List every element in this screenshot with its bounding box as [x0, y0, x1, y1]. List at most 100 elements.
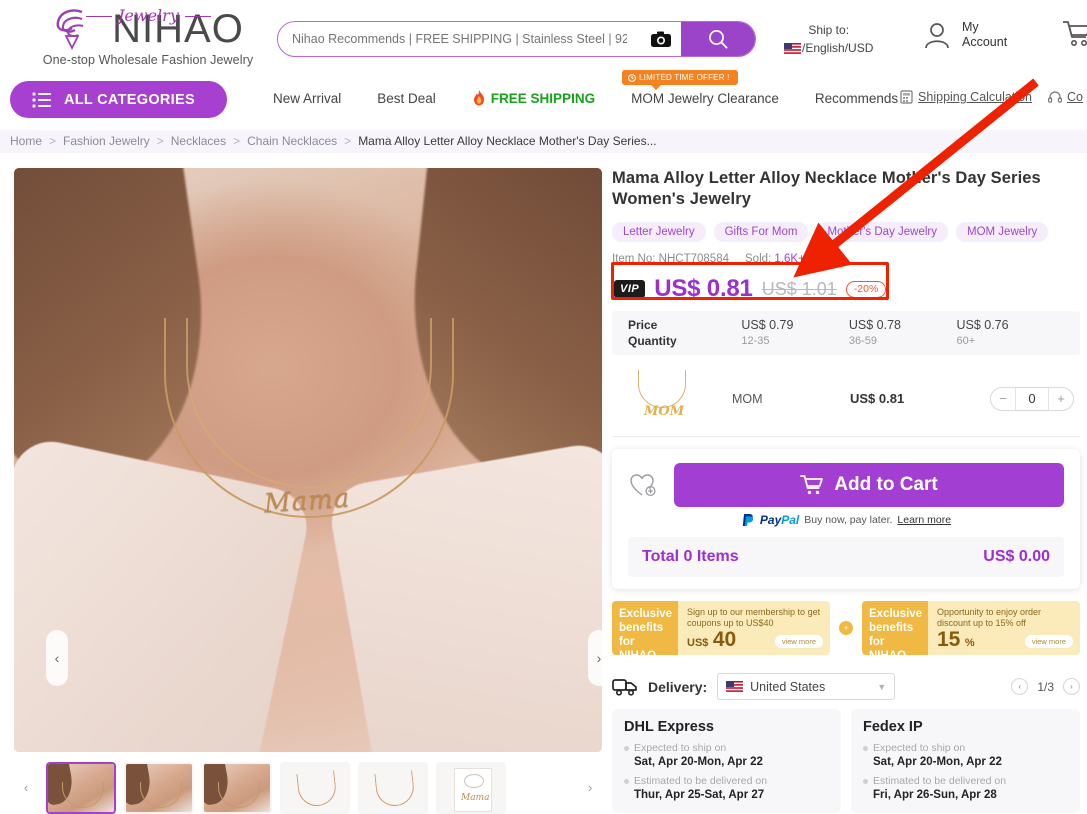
nav-utility-links: Shipping Calculation Co: [900, 90, 1083, 104]
tier-quantity: 12-35: [741, 335, 770, 347]
breadcrumb-separator: >: [344, 134, 352, 148]
all-categories-button[interactable]: ALL CATEGORIES: [10, 81, 227, 118]
tag-mothers-day-jewelry[interactable]: Mother's Day Jewelry: [816, 222, 948, 242]
thumbnail-item[interactable]: Mama: [436, 761, 506, 814]
original-price: US$ 1.01: [761, 278, 837, 299]
coupon-unit: %: [964, 637, 975, 649]
thumbnail-next-button[interactable]: ›: [578, 763, 602, 813]
breadcrumb-item-fashion-jewelry[interactable]: Fashion Jewelry: [63, 134, 150, 148]
wishlist-button[interactable]: [628, 470, 658, 500]
nav-item-recommends[interactable]: Recommends: [797, 91, 916, 106]
delivery-prev-button[interactable]: ‹: [1011, 678, 1029, 695]
delivery-country-select[interactable]: United States ▼: [717, 673, 896, 700]
account-label-line1: My: [962, 20, 979, 34]
ship-to-selector[interactable]: Ship to: /English/USD: [784, 21, 873, 57]
list-menu-icon: [32, 91, 51, 108]
paypal-learn-more-link[interactable]: Learn more: [897, 514, 951, 526]
headset-icon: [1048, 91, 1063, 103]
coupon-view-more-button[interactable]: view more: [1024, 635, 1073, 648]
coupon-view-more-button[interactable]: view more: [774, 635, 823, 648]
quantity-value[interactable]: 0: [1015, 387, 1049, 410]
ship-to-label: Ship to:: [808, 23, 850, 37]
us-flag-icon: [784, 43, 801, 54]
shipping-method-card[interactable]: DHL Express Expected to ship on Sat, Apr…: [612, 709, 841, 813]
item-no-label: Item No:: [612, 253, 656, 265]
search-input[interactable]: [278, 22, 641, 56]
delivery-next-button[interactable]: ›: [1063, 678, 1080, 695]
coupon-title: Exclusive benefits for NIHAO: [862, 601, 928, 655]
page-title: Mama Alloy Letter Alloy Necklace Mother'…: [612, 169, 1041, 208]
discount-badge: -20%: [845, 280, 887, 298]
site-logo[interactable]: NIHAO Jewelry One-stop Wholesale Fashion…: [30, 6, 266, 67]
delivery-section: Delivery: United States ▼ ‹ 1/3 ›: [612, 673, 1080, 700]
user-icon: [925, 23, 949, 49]
tier-column: US$ 0.79 12-35: [741, 317, 849, 349]
variant-row: MOM MOM US$ 0.81 − 0 +: [612, 361, 1080, 437]
paypal-brand-pay: Pay: [759, 513, 782, 527]
contact-us-label: Co: [1067, 90, 1083, 104]
contact-us-link[interactable]: Co: [1048, 90, 1083, 104]
camera-search-button[interactable]: [641, 22, 681, 56]
main-nav: New Arrival Best Deal FREE SHIPPING MOM …: [255, 90, 916, 106]
quantity-increase-button[interactable]: +: [1049, 391, 1073, 406]
thumbnail-item[interactable]: [280, 761, 350, 814]
tier-quantity: 60+: [956, 335, 976, 347]
tier-price: US$ 0.76: [956, 318, 1009, 332]
delivery-pager: ‹ 1/3 ›: [1011, 678, 1080, 695]
nav-item-mom-jewelry-clearance[interactable]: MOM Jewelry Clearance: [613, 91, 797, 106]
breadcrumb-item-home[interactable]: Home: [10, 134, 42, 148]
account-label-line2: Account: [962, 35, 1008, 49]
breadcrumb-item-current: Mama Alloy Letter Alloy Necklace Mother'…: [358, 134, 657, 148]
breadcrumb-item-necklaces[interactable]: Necklaces: [171, 134, 226, 148]
thumbnail-prev-button[interactable]: ‹: [14, 763, 38, 813]
product-hero-image[interactable]: Mama: [14, 168, 602, 752]
add-to-cart-button[interactable]: Add to Cart: [674, 463, 1064, 507]
thumbnail-item[interactable]: [46, 761, 116, 814]
cart-button[interactable]: [1062, 20, 1087, 53]
shipping-calculation-link[interactable]: Shipping Calculation: [900, 90, 1032, 104]
nav-item-best-deal[interactable]: Best Deal: [359, 91, 454, 106]
thumbnail-item[interactable]: [358, 761, 428, 814]
breadcrumb-separator: >: [156, 134, 164, 148]
product-image-gallery: Mama ‹ › Find Similars: [14, 168, 602, 752]
product-meta: Item No: NHCT708584 Sold: 1.6K+: [612, 253, 1080, 265]
tier-column: US$ 0.76 60+: [956, 317, 1064, 349]
coupon-banner[interactable]: Exclusive benefits for NIHAO Opportunity…: [862, 601, 1080, 655]
search-button[interactable]: [681, 22, 755, 56]
quantity-decrease-button[interactable]: −: [991, 391, 1015, 406]
coupon-banners: Exclusive benefits for NIHAO Sign up to …: [612, 601, 1080, 655]
fire-icon: [473, 90, 484, 106]
bullet-icon: [624, 745, 629, 751]
paypal-text: Buy now, pay later.: [804, 514, 893, 526]
gallery-next-button[interactable]: ›: [588, 630, 602, 686]
tag-mom-jewelry[interactable]: MOM Jewelry: [956, 222, 1049, 242]
breadcrumb-item-chain-necklaces[interactable]: Chain Necklaces: [247, 134, 337, 148]
thumbnail-item[interactable]: [124, 761, 194, 814]
my-account-button[interactable]: My Account: [920, 18, 1007, 52]
tag-gifts-for-mom[interactable]: Gifts For Mom: [713, 222, 809, 242]
paypal-promo: PayPal Buy now, pay later. Learn more: [628, 513, 1064, 527]
all-categories-label: ALL CATEGORIES: [64, 91, 195, 108]
bullet-icon: [624, 778, 629, 784]
thumbnail-item[interactable]: [202, 761, 272, 814]
variant-thumbnail[interactable]: MOM: [628, 366, 698, 432]
shopping-cart-icon: [1063, 21, 1087, 46]
quantity-stepper: − 0 +: [990, 386, 1074, 411]
product-page: NIHAO Jewelry One-stop Wholesale Fashion…: [0, 0, 1087, 814]
product-tags: Letter Jewelry Gifts For Mom Mother's Da…: [612, 222, 1080, 242]
delivery-page-indicator: 1/3: [1037, 679, 1054, 694]
coupon-banner[interactable]: Exclusive benefits for NIHAO Sign up to …: [612, 601, 830, 655]
deliver-on-label: Estimated to be delivered on: [873, 775, 1007, 787]
nav-item-new-arrival[interactable]: New Arrival: [255, 91, 359, 106]
nav-item-free-shipping[interactable]: FREE SHIPPING: [454, 90, 613, 106]
search-icon: [709, 30, 728, 49]
breadcrumb: Home > Fashion Jewelry > Necklaces > Cha…: [10, 134, 657, 148]
tier-column: US$ 0.78 36-59: [849, 317, 957, 349]
tag-letter-jewelry[interactable]: Letter Jewelry: [612, 222, 706, 242]
bullet-icon: [863, 745, 868, 751]
deliver-on-value: Fri, Apr 26-Sun, Apr 28: [873, 789, 997, 801]
shipping-method-card[interactable]: Fedex IP Expected to ship on Sat, Apr 20…: [851, 709, 1080, 813]
gallery-prev-button[interactable]: ‹: [46, 630, 68, 686]
tier-price: US$ 0.78: [848, 318, 902, 332]
ship-on-label: Expected to ship on: [634, 742, 727, 754]
